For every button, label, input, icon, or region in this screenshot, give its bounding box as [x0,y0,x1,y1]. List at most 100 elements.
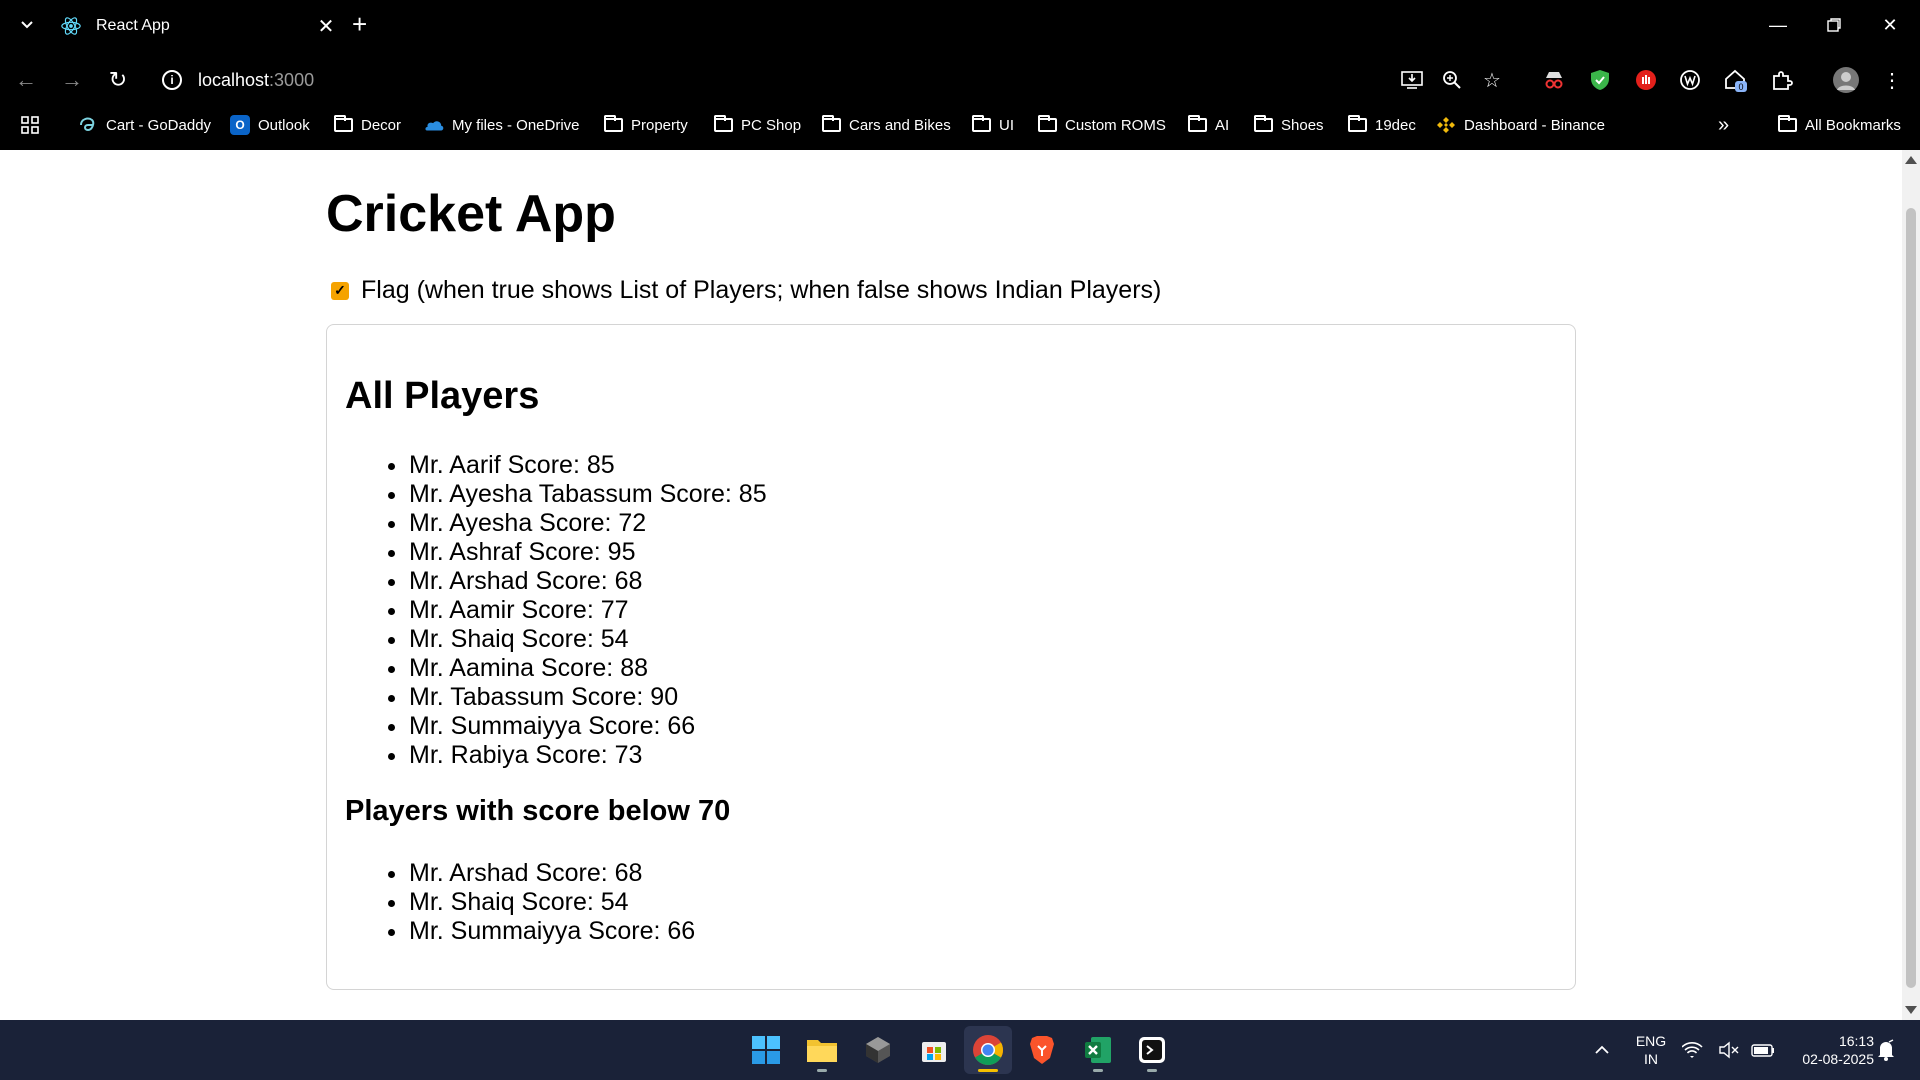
tab-search-chevron-icon[interactable] [14,12,40,38]
folder-icon [972,115,991,132]
close-window-icon[interactable]: ✕ [1862,8,1918,42]
browser-menu-icon[interactable]: ⋮ [1876,64,1908,96]
bookmark-cars-and-bikes[interactable]: Cars and Bikes [822,112,951,138]
clock-time: 16:13 [1838,1033,1874,1049]
folder-icon [1188,115,1207,132]
bookmark-label: Outlook [258,116,310,134]
notification-bell-icon[interactable] [1870,1026,1902,1074]
list-item: Mr. Summaiyya Score: 66 [409,712,767,741]
bookmark-label: Cart - GoDaddy [106,116,212,134]
bookmark-label: 19dec [1375,116,1416,134]
page-scrollbar[interactable] [1902,150,1920,1020]
back-icon[interactable]: ← [8,60,44,100]
language-code: ENG [1635,1033,1667,1049]
bookmark-binance[interactable]: Dashboard - Binance [1436,112,1605,138]
zoom-icon[interactable] [1436,64,1468,96]
bookmark-label: Decor [361,116,402,134]
more-bookmarks-icon[interactable]: » [1718,112,1729,138]
flag-checkbox[interactable]: ✓ [331,281,349,300]
folder-icon [1038,115,1057,132]
list-item: Mr. Arshad Score: 68 [409,567,767,596]
folder-icon [604,115,623,132]
page-viewport: Cricket App ✓ Flag (when true shows List… [0,150,1902,1020]
url-host: localhost [198,69,270,90]
folder-icon [1348,115,1367,132]
running-indicator [1147,1069,1157,1072]
microsoft-store-icon[interactable] [910,1026,958,1074]
scroll-up-icon[interactable] [1905,156,1917,164]
flag-toggle[interactable]: ✓ Flag (when true shows List of Players;… [331,276,1161,305]
shield-extension-icon[interactable] [1584,64,1616,96]
bookmark-pc-shop[interactable]: PC Shop [714,112,801,138]
install-app-icon[interactable] [1396,64,1428,96]
tab-close-icon[interactable]: ✕ [312,14,340,39]
wifi-volume-battery-icons [1682,1041,1774,1059]
brave-icon[interactable] [1018,1026,1066,1074]
list-item: Mr. Arshad Score: 68 [409,859,695,888]
list-item: Mr. Ashraf Score: 95 [409,538,767,567]
scroll-thumb[interactable] [1906,208,1916,988]
file-explorer-icon[interactable] [798,1026,846,1074]
w-extension-icon[interactable] [1674,64,1706,96]
bookmark-ai[interactable]: AI [1188,112,1229,138]
bookmark-label: Shoes [1281,116,1324,134]
home-extension-icon[interactable]: 0 [1720,64,1752,96]
bookmark-label: My files - OneDrive [452,116,580,134]
bookmark-decor[interactable]: Decor [334,112,401,138]
bookmark-outlook[interactable]: O Outlook [230,112,310,138]
restore-icon[interactable] [1806,8,1862,42]
site-info-icon[interactable]: i [162,70,182,90]
cube-app-icon[interactable] [854,1026,902,1074]
all-players-heading: All Players [345,375,540,417]
bookmark-label: Dashboard - Binance [1464,116,1605,134]
url-port: :3000 [269,69,315,90]
folder-icon [1254,115,1273,132]
excel-icon[interactable] [1074,1026,1122,1074]
minimize-icon[interactable]: — [1750,8,1806,42]
apps-grid-icon[interactable] [20,112,40,138]
address-bar[interactable]: i localhost:3000 [150,60,1370,100]
bookmark-cart-godaddy[interactable]: Cart - GoDaddy [78,112,211,138]
profile-avatar[interactable] [1830,64,1862,96]
all-players-list: Mr. Aarif Score: 85 Mr. Ayesha Tabassum … [409,451,767,770]
forward-icon[interactable]: → [54,60,90,100]
clock-date: 02-08-2025 [1802,1051,1874,1067]
react-icon [61,17,81,35]
quick-settings[interactable] [1680,1026,1784,1074]
list-item: Mr. Aarif Score: 85 [409,451,767,480]
hand-extension-icon[interactable] [1630,64,1662,96]
new-tab-icon[interactable]: + [352,10,367,38]
all-bookmarks[interactable]: All Bookmarks [1778,112,1901,138]
extension-badge: 0 [1738,82,1743,92]
running-indicator [1093,1069,1103,1072]
list-item: Mr. Aamina Score: 88 [409,654,767,683]
bookmark-ui[interactable]: UI [972,112,1014,138]
list-item: Mr. Ayesha Tabassum Score: 85 [409,480,767,509]
chrome-icon[interactable] [964,1026,1012,1074]
bookmark-19dec[interactable]: 19dec [1348,112,1416,138]
start-windows-icon[interactable] [742,1026,790,1074]
list-item: Mr. Shaiq Score: 54 [409,625,767,654]
clock[interactable]: 16:13 02-08-2025 [1774,1032,1874,1068]
tab-react-app[interactable]: React App ✕ [50,6,340,46]
bookmark-shoes[interactable]: Shoes [1254,112,1324,138]
folder-icon [714,115,733,132]
bookmark-property[interactable]: Property [604,112,688,138]
show-hidden-icons-chevron-icon[interactable] [1578,1026,1626,1074]
bookmark-onedrive[interactable]: My files - OneDrive [424,112,580,138]
page-title: Cricket App [326,185,616,243]
region-code: IN [1644,1051,1658,1067]
reload-icon[interactable]: ↻ [100,60,136,100]
scroll-down-icon[interactable] [1905,1006,1917,1014]
incognito-extension-icon[interactable] [1538,64,1570,96]
below-70-heading: Players with score below 70 [345,795,731,827]
extensions-puzzle-icon[interactable] [1766,64,1798,96]
bookmark-custom-roms[interactable]: Custom ROMS [1038,112,1166,138]
flag-label: Flag (when true shows List of Players; w… [361,276,1162,304]
list-item: Mr. Shaiq Score: 54 [409,888,695,917]
language-indicator[interactable]: ENG IN [1628,1032,1674,1068]
terminal-app-icon[interactable] [1128,1026,1176,1074]
bookmark-label: Property [631,116,688,134]
bookmark-star-icon[interactable]: ☆ [1476,64,1508,96]
list-item: Mr. Summaiyya Score: 66 [409,917,695,946]
